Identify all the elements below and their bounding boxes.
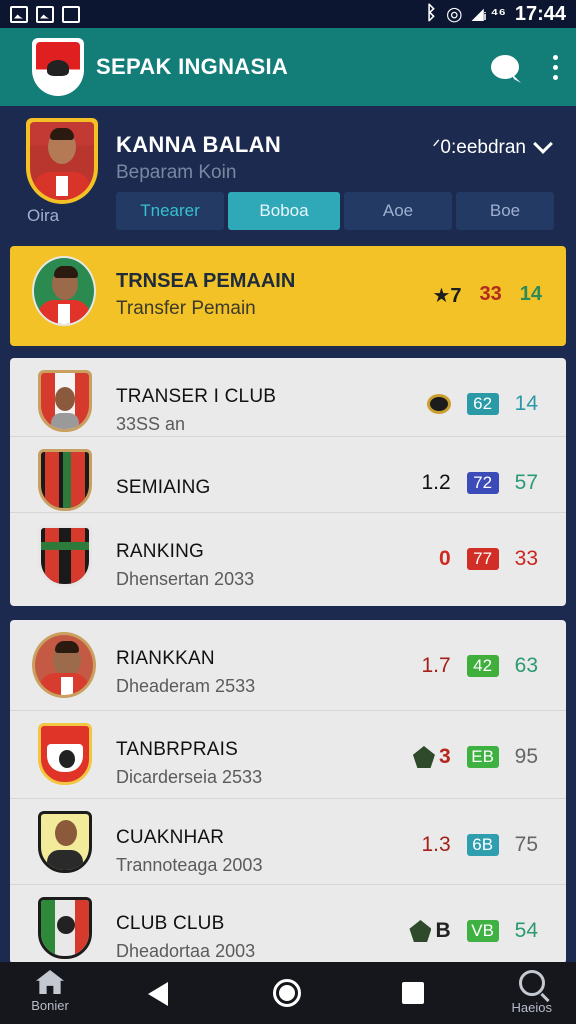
crest-mini-icon — [426, 394, 451, 414]
row-stat: 95 — [514, 745, 538, 768]
profile-avatar[interactable] — [26, 118, 98, 204]
list-item[interactable]: TRANSER I CLUB 33SS an 62 14 — [10, 358, 566, 444]
season-dropdown[interactable]: ᐟ0:eebdran — [432, 133, 553, 159]
tab-bar: Tnearer Boboa Aoe Boe — [116, 192, 554, 230]
home-icon — [36, 970, 64, 994]
leaf-icon — [412, 746, 435, 768]
row-title: TRANSER I CLUB — [116, 386, 277, 407]
row-stat: 3 — [438, 745, 451, 768]
club-crest — [38, 449, 92, 511]
more-vert-icon[interactable] — [553, 54, 558, 80]
list-item[interactable]: SEMIAING 1.2 72 57 — [10, 436, 566, 522]
row-subtitle: Dhensertan 2033 — [116, 569, 255, 589]
tab-4[interactable]: Boe — [456, 192, 554, 230]
club-crest — [38, 370, 92, 432]
player-avatar — [32, 632, 96, 698]
score-pill: 62 — [466, 393, 499, 415]
recents-icon[interactable] — [402, 982, 424, 1004]
bottom-nav: Bonier Haeios — [0, 962, 576, 1024]
club-crest — [38, 723, 92, 785]
club-crest — [38, 897, 92, 959]
featured-card[interactable]: TRNSEA PEMAAIN Transfer Pemain ★7 33 14 — [10, 246, 566, 346]
tab-3[interactable]: Aoe — [344, 192, 452, 230]
row-title: CUAKNHAR — [116, 827, 225, 848]
signal-icon: ◢ᵢ ⁴⁶ — [471, 6, 506, 23]
row-subtitle: 33SS an — [116, 414, 186, 434]
nav-home[interactable]: Bonier — [30, 970, 70, 1013]
row-stat: 33 — [514, 547, 538, 570]
row-stat: 54 — [514, 919, 538, 942]
leaf-icon — [409, 920, 432, 942]
row-stat: 14 — [514, 392, 538, 415]
featured-subtitle: Transfer Pemain — [116, 298, 256, 319]
app-bar: SEPAK INGNASIA — [0, 28, 576, 106]
image-icon — [10, 5, 28, 23]
player-avatar — [32, 256, 96, 326]
featured-stat-3: 14 — [519, 283, 542, 305]
profile-sub: Oira — [27, 206, 60, 225]
score-pill: VB — [466, 920, 499, 942]
row-subtitle: Dheadortaa 2003 — [116, 941, 256, 961]
profile-name: KANNA BALAN — [116, 132, 282, 157]
season-label: ᐟ0:eebdran — [432, 137, 526, 158]
list-item[interactable]: RANKING Dhensertan 2033 0 77 33 — [10, 512, 566, 598]
tab-1[interactable]: Tnearer — [116, 192, 224, 230]
back-icon[interactable] — [148, 982, 168, 1006]
row-stat: 0 — [438, 547, 451, 570]
app-title: SEPAK INGNASIA — [96, 54, 289, 79]
list-item[interactable]: CLUB CLUB Dheadortaa 2003 B VB 54 — [10, 884, 566, 964]
bluetooth-icon: ᛒ — [425, 3, 437, 24]
app-logo — [32, 38, 84, 96]
row-stat: 1.7 — [421, 654, 451, 677]
tab-2[interactable]: Boboa — [228, 192, 340, 230]
score-pill: EB — [466, 746, 499, 768]
row-title: CLUB CLUB — [116, 913, 225, 934]
status-bar: ᛒ ◎ ◢ᵢ ⁴⁶ 17:44 — [0, 0, 576, 28]
club-crest — [38, 811, 92, 873]
row-title: RIANKKAN — [116, 648, 215, 669]
nav-search[interactable]: Haeios — [512, 970, 552, 1015]
list-item[interactable]: CUAKNHAR Trannoteaga 2003 1.3 6B 75 — [10, 798, 566, 884]
profile-caption: Beparam Koin — [116, 162, 237, 183]
flag-icon — [62, 5, 80, 23]
chevron-down-icon — [533, 133, 553, 154]
row-stat: 63 — [514, 654, 538, 677]
image-icon — [36, 5, 54, 23]
score-pill: 77 — [466, 548, 499, 570]
row-subtitle: Dicarderseia 2533 — [116, 767, 263, 787]
profile-header: Oira KANNA BALAN Beparam Koin ᐟ0:eebdran… — [0, 106, 576, 240]
row-stat: 75 — [514, 833, 538, 856]
score-pill: 6B — [466, 834, 499, 856]
nav-home-label: Bonier — [31, 998, 69, 1013]
row-stat: 1.3 — [421, 833, 451, 856]
featured-stat-2: 33 — [479, 283, 502, 305]
row-stat: B — [435, 919, 451, 942]
score-pill: 42 — [466, 655, 499, 677]
alarm-icon: ◎ — [445, 3, 463, 25]
status-time: 17:44 — [514, 2, 566, 25]
row-subtitle: Trannoteaga 2003 — [116, 855, 263, 875]
row-title: RANKING — [116, 541, 204, 562]
row-subtitle: Dheaderam 2533 — [116, 676, 256, 696]
list-item[interactable]: RIANKKAN Dheaderam 2533 1.7 42 63 — [10, 620, 566, 706]
row-title: SEMIAING — [116, 477, 211, 498]
row-title: TANBRPRAIS — [116, 739, 239, 760]
score-pill: 72 — [466, 472, 499, 494]
club-list-card: TRANSER I CLUB 33SS an 62 14 SEMIAING 1.… — [10, 358, 566, 606]
search-icon — [518, 970, 545, 996]
row-stat: 57 — [514, 471, 538, 494]
club-crest — [38, 525, 92, 587]
nav-search-label: Haeios — [511, 1000, 552, 1015]
chat-icon[interactable] — [491, 55, 519, 79]
featured-title: TRNSEA PEMAAIN — [116, 270, 296, 292]
home-circle-icon[interactable] — [273, 979, 301, 1007]
featured-stat-1: ★7 — [432, 285, 462, 307]
ranking-list-card: RIANKKAN Dheaderam 2533 1.7 42 63 TANBRP… — [10, 620, 566, 964]
list-item[interactable]: TANBRPRAIS Dicarderseia 2533 3 EB 95 — [10, 710, 566, 796]
row-stat: 1.2 — [421, 471, 451, 494]
